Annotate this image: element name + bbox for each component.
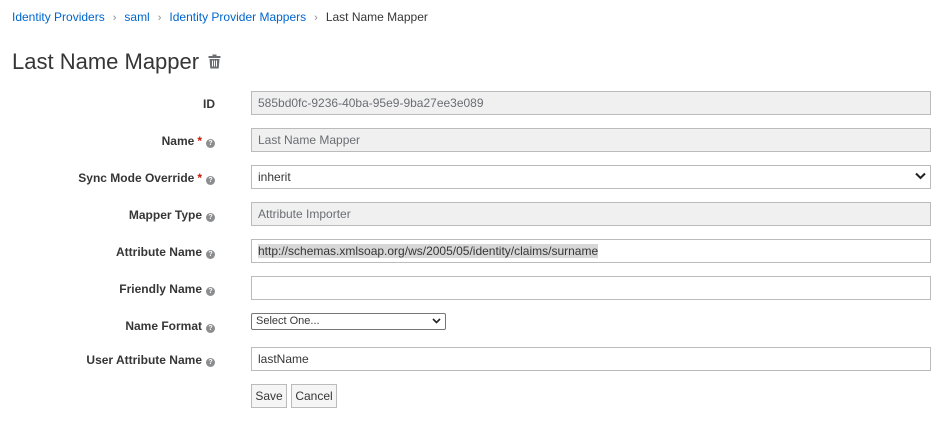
required-mark: *	[197, 134, 202, 148]
attribute-name-label: Attribute Name?	[116, 239, 215, 265]
attribute-name-input[interactable]: http://schemas.xmlsoap.org/ws/2005/05/id…	[251, 239, 931, 263]
user-attribute-name-label: User Attribute Name?	[86, 347, 215, 373]
mapper-type-label: Mapper Type?	[129, 202, 215, 228]
sync-mode-label: Sync Mode Override *?	[78, 165, 215, 191]
user-attribute-name-input[interactable]: lastName	[251, 347, 931, 371]
form-row-attribute-name: Attribute Name? http://schemas.xmlsoap.o…	[0, 239, 952, 265]
page: Identity Providers › saml › Identity Provide…	[0, 0, 952, 422]
help-icon[interactable]: ?	[206, 213, 215, 222]
sync-mode-label-text: Sync Mode Override	[78, 171, 195, 185]
form-row-friendly-name: Friendly Name?	[0, 276, 952, 302]
name-label-text: Name	[161, 134, 195, 148]
form-row-name: Name *? Last Name Mapper	[0, 128, 952, 154]
form-row-id: ID 585bd0fc-9236-40ba-95e9-9ba27ee3e089	[0, 91, 952, 117]
breadcrumb-identity-providers[interactable]: Identity Providers	[12, 10, 105, 24]
sync-mode-select[interactable]: inherit	[251, 165, 931, 189]
help-icon[interactable]: ?	[206, 176, 215, 185]
mapper-type-label-text: Mapper Type	[128, 208, 202, 222]
help-icon[interactable]: ?	[206, 250, 215, 259]
sync-mode-selected-value: inherit	[258, 170, 291, 184]
name-format-label-text: Name Format	[125, 319, 202, 333]
name-format-select[interactable]: Select One...	[251, 313, 446, 330]
save-button[interactable]: Save	[251, 384, 287, 408]
friendly-name-label: Friendly Name?	[119, 276, 215, 302]
help-icon[interactable]: ?	[206, 287, 215, 296]
help-icon[interactable]: ?	[206, 139, 215, 148]
breadcrumb-saml[interactable]: saml	[124, 10, 149, 24]
chevron-down-icon	[915, 172, 926, 180]
help-icon[interactable]: ?	[206, 324, 215, 333]
chevron-down-icon	[432, 318, 441, 324]
required-mark: *	[197, 171, 202, 185]
id-field: 585bd0fc-9236-40ba-95e9-9ba27ee3e089	[251, 91, 931, 115]
page-title-text: Last Name Mapper	[12, 49, 200, 74]
breadcrumb-current: Last Name Mapper	[325, 10, 428, 24]
user-attribute-name-label-text: User Attribute Name	[86, 353, 202, 367]
name-format-selected-value: Select One...	[256, 315, 320, 327]
trash-icon[interactable]	[208, 47, 221, 77]
name-label: Name *?	[162, 128, 215, 154]
form-row-sync-mode: Sync Mode Override *? inherit	[0, 165, 952, 191]
id-label-text: ID	[203, 97, 215, 111]
breadcrumb-separator: ›	[314, 12, 318, 24]
mapper-type-field: Attribute Importer	[251, 202, 931, 226]
breadcrumb-separator: ›	[157, 12, 162, 24]
attribute-name-value: http://schemas.xmlsoap.org/ws/2005/05/id…	[258, 244, 599, 258]
name-field: Last Name Mapper	[251, 128, 931, 152]
id-label: ID	[203, 91, 215, 117]
page-title: Last Name Mapper	[12, 47, 221, 77]
attribute-name-label-text: Attribute Name	[115, 245, 202, 259]
friendly-name-input[interactable]	[251, 276, 931, 300]
form-row-name-format: Name Format? Select One...	[0, 313, 952, 339]
breadcrumb: Identity Providers › saml › Identity Provide…	[12, 9, 428, 26]
form-row-mapper-type: Mapper Type? Attribute Importer	[0, 202, 952, 228]
cancel-button[interactable]: Cancel	[291, 384, 337, 408]
breadcrumb-separator: ›	[112, 12, 117, 24]
name-format-label: Name Format?	[125, 313, 215, 339]
friendly-name-label-text: Friendly Name	[119, 282, 202, 296]
breadcrumb-identity-provider-mappers[interactable]: Identity Provider Mappers	[169, 10, 306, 24]
help-icon[interactable]: ?	[206, 358, 215, 367]
form-row-user-attribute-name: User Attribute Name? lastName	[0, 347, 952, 373]
